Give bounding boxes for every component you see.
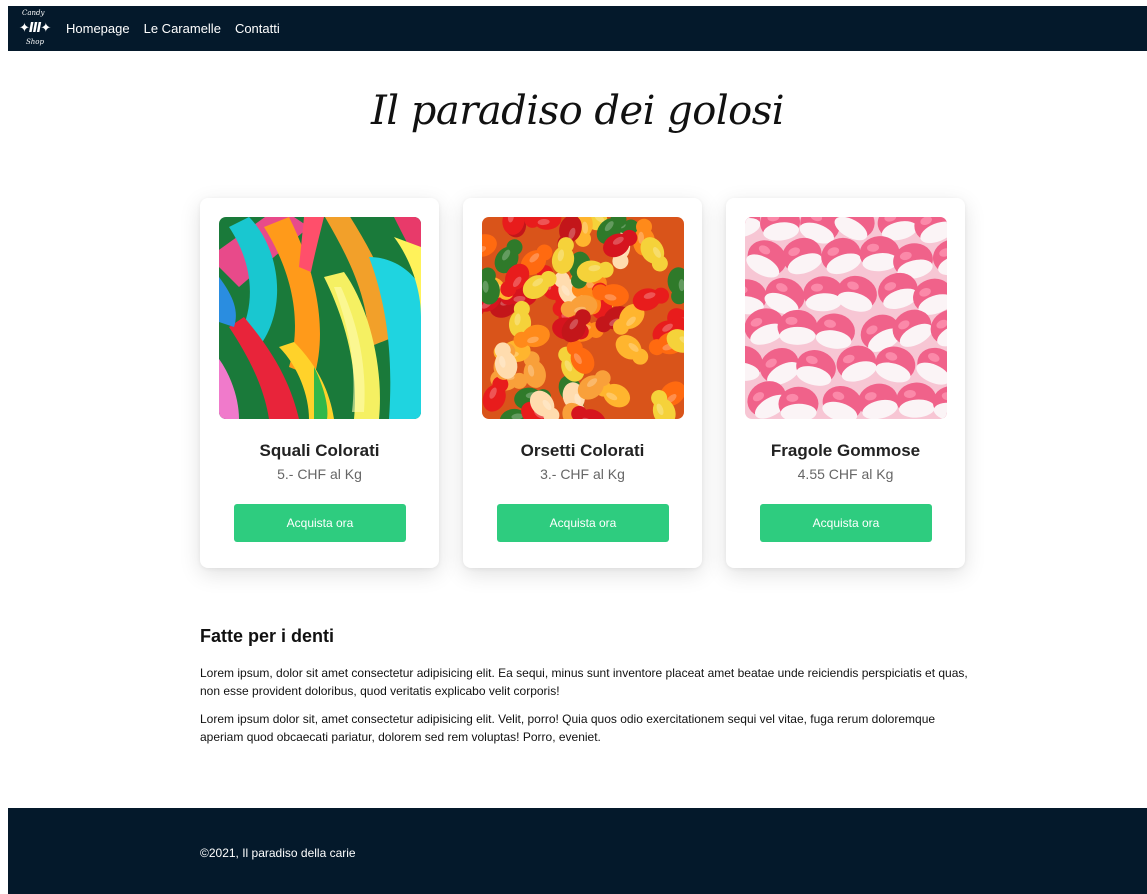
nav-link-homepage[interactable]: Homepage (66, 21, 130, 36)
footer: ©2021, Il paradiso della carie (8, 808, 1147, 894)
logo-top-text: Candy (22, 9, 45, 17)
logo-bottom-text: Shop (26, 38, 44, 46)
hero-title: Il paradiso dei golosi (370, 88, 785, 134)
section-title: Fatte per i denti (200, 626, 335, 646)
navbar: Candy ✦III✦ Shop Homepage Le Caramelle C… (8, 6, 1147, 51)
nav-link-caramelle[interactable]: Le Caramelle (144, 21, 221, 36)
product-card-squali: Squali Colorati 5.- CHF al Kg Acquista o… (200, 198, 439, 568)
paragraph: Lorem ipsum, dolor sit amet consectetur … (200, 666, 968, 698)
product-card-fragole: Fragole Gommose 4.55 CHF al Kg Acquista … (726, 198, 965, 568)
nav-links: Homepage Le Caramelle Contatti (66, 21, 280, 36)
page: Candy ✦III✦ Shop Homepage Le Caramelle C… (8, 6, 1147, 894)
logo-mark: ✦III✦ (19, 21, 51, 36)
product-price: 4.55 CHF al Kg (797, 466, 894, 482)
nav-link-contatti[interactable]: Contatti (235, 21, 280, 36)
product-price: 3.- CHF al Kg (540, 466, 625, 482)
product-image-gummy-bears (482, 217, 684, 419)
product-name: Squali Colorati (259, 441, 380, 460)
paragraph: Lorem ipsum dolor sit, amet consectetur … (200, 712, 936, 744)
buy-now-button-fragole[interactable]: Acquista ora (760, 504, 932, 542)
product-price: 5.- CHF al Kg (277, 466, 362, 482)
product-card-orsetti: Orsetti Colorati 3.- CHF al Kg Acquista … (463, 198, 702, 568)
product-image-gummy-sharks (219, 217, 421, 419)
product-name: Fragole Gommose (770, 441, 921, 460)
buy-now-button-orsetti[interactable]: Acquista ora (497, 504, 669, 542)
footer-copyright: ©2021, Il paradiso della carie (200, 846, 356, 860)
buy-now-button-squali[interactable]: Acquista ora (234, 504, 406, 542)
candy-shop-logo[interactable]: Candy ✦III✦ Shop (16, 6, 56, 51)
product-image-strawberry-gummies (745, 217, 947, 419)
product-name: Orsetti Colorati (520, 441, 645, 460)
